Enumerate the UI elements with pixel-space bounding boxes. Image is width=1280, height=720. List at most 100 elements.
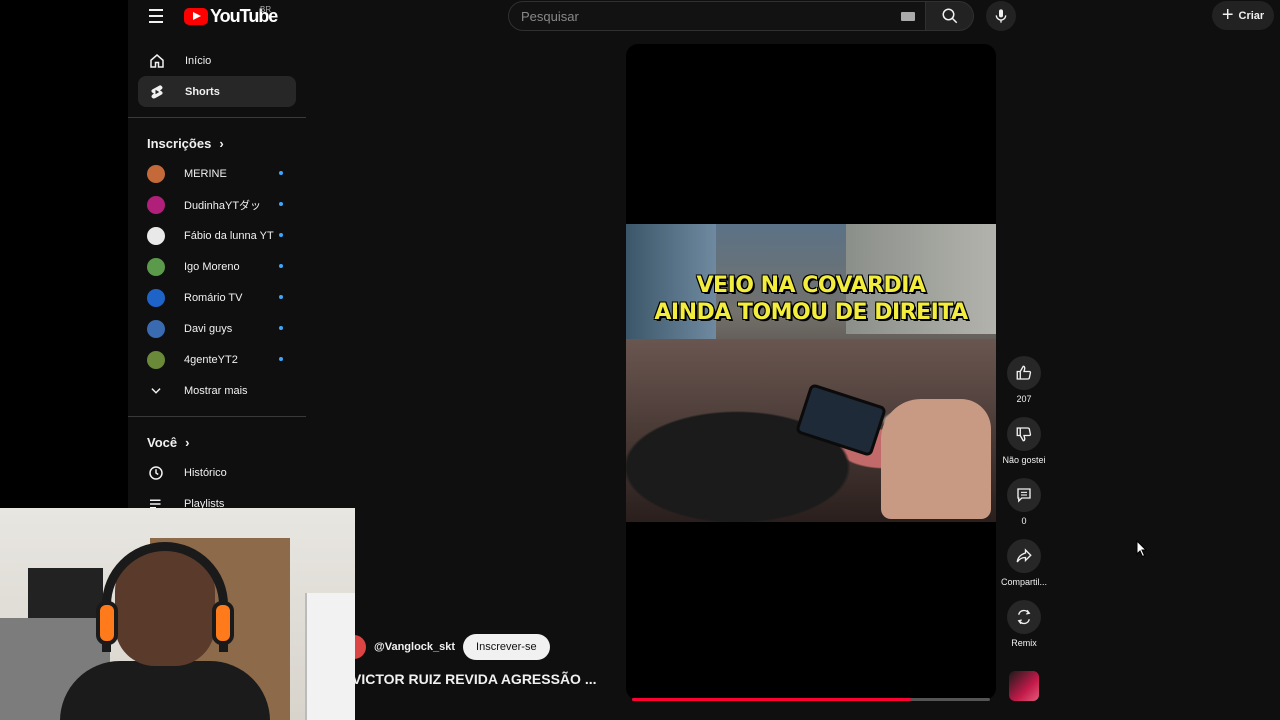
video-frame: VEIO NA COVARDIA AINDA TOMOU DE DIREITA [626,224,996,522]
new-content-dot [279,233,283,237]
create-label: Criar [1238,9,1265,22]
headset-icon [102,542,228,652]
mouse-cursor-icon [1136,540,1148,558]
new-content-dot [279,357,283,361]
streamer [60,542,270,720]
sidebar-item-label: Início [185,54,212,67]
subscriptions-title: Inscrições [147,135,212,151]
subscription-label: DudinhaYTダッ [184,199,262,212]
search-input[interactable] [521,7,891,25]
avatar [147,257,165,276]
show-more-label: Mostrar mais [184,384,248,397]
show-more-button[interactable]: Mostrar mais [128,375,308,406]
subscription-label: Fábio da lunna YT [184,229,274,242]
chevron-down-icon [147,382,165,400]
shorts-icon [147,82,167,102]
sidebar-item-subscription[interactable]: Romário TV [128,282,308,313]
voice-search-button[interactable] [986,1,1016,31]
subscriptions-header[interactable]: Inscrições › [128,128,308,158]
short-actions: 207 Não gostei 0 Compartil... Remix [998,356,1050,661]
comment-icon [1007,478,1041,512]
thumbs-down-icon [1007,417,1041,451]
sidebar-item-subscription[interactable]: Davi guys [128,313,308,344]
you-title: Você [147,434,178,450]
avatar [147,319,165,338]
sidebar-item-label: Histórico [184,466,227,479]
thumbs-up-icon [1007,356,1041,390]
avatar [147,164,165,183]
background-appliance [305,593,355,720]
history-icon [147,464,165,482]
remix-icon [1007,600,1041,634]
sidebar-item-inicio[interactable]: Início [138,45,296,76]
avatar [147,195,165,214]
like-button[interactable]: 207 [998,356,1050,417]
subscription-label: Davi guys [184,322,233,335]
search-box [508,1,926,31]
search-button[interactable] [926,1,974,31]
sidebar-item-historico[interactable]: Histórico [128,457,308,488]
sidebar-divider [128,117,306,118]
youtube-play-icon [184,8,208,25]
sidebar-item-subscription[interactable]: 4genteYT2 [128,344,308,375]
video-caption: VEIO NA COVARDIA AINDA TOMOU DE DIREITA [626,272,996,326]
new-content-dot [279,295,283,299]
caption-line-1: VEIO NA COVARDIA [696,273,926,298]
sidebar-divider [128,416,306,417]
new-content-dot [279,326,283,330]
you-header[interactable]: Você › [128,427,308,457]
share-button[interactable]: Compartil... [998,539,1050,600]
share-label: Compartil... [1000,577,1047,587]
remix-button[interactable]: Remix [998,600,1050,661]
dislike-label: Não gostei [1002,455,1046,465]
channel-avatar[interactable] [354,635,366,659]
hand [881,399,991,519]
short-video-player[interactable]: VEIO NA COVARDIA AINDA TOMOU DE DIREITA [626,44,996,700]
video-title[interactable]: VICTOR RUIZ REVIDA AGRESSÃO ... [352,671,614,687]
comment-count: 0 [1021,516,1027,526]
create-button[interactable]: + Criar [1212,1,1274,30]
search-icon [942,8,957,24]
avatar [147,350,165,369]
subscription-label: MERINE [184,167,227,180]
share-icon [1007,539,1041,573]
subscribe-button[interactable]: Inscrever-se [463,634,550,660]
country-code: BR [260,5,272,14]
webcam-overlay [0,508,355,720]
audio-thumbnail[interactable] [1009,671,1039,701]
streamer-body [60,661,270,720]
chevron-right-icon: › [185,434,190,450]
sidebar-item-subscription[interactable]: MERINE [128,158,308,189]
subscription-label: Igo Moreno [184,260,240,273]
comments-button[interactable]: 0 [998,478,1050,539]
chevron-right-icon: › [219,135,224,151]
dislike-button[interactable]: Não gostei [998,417,1050,478]
sidebar-item-label: Shorts [185,85,220,98]
subscription-label: Romário TV [184,291,243,304]
home-icon [147,51,167,71]
remix-label: Remix [1011,638,1037,648]
keyboard-icon[interactable] [901,12,915,21]
new-content-dot [279,264,283,268]
sidebar-item-shorts[interactable]: Shorts [138,76,296,107]
hamburger-menu-button[interactable] [143,4,169,28]
new-content-dot [279,171,283,175]
headset-earcup [212,601,234,645]
youtube-shorts-page: YouTube BR + Criar Início Shorts Inscri [0,0,1280,720]
sidebar-item-subscription[interactable]: Igo Moreno [128,251,308,282]
microphone-icon [995,9,1007,23]
new-content-dot [279,202,283,206]
video-progress-bar[interactable] [632,698,990,701]
avatar [147,226,165,245]
headset-earcup [96,601,118,645]
sidebar: Início Shorts Inscrições › MERINE Dudinh… [128,45,308,519]
plus-icon: + [1221,3,1234,26]
like-count: 207 [1016,394,1032,404]
channel-row: @Vanglock_skt Inscrever-se [354,634,550,660]
video-progress-fill [632,698,912,701]
sidebar-item-subscription[interactable]: Fábio da lunna YT [128,220,308,251]
caption-line-2: AINDA TOMOU DE DIREITA [654,300,968,325]
sidebar-item-subscription[interactable]: DudinhaYTダッ [128,189,308,220]
subscription-label: 4genteYT2 [184,353,238,366]
channel-name[interactable]: @Vanglock_skt [374,641,455,653]
